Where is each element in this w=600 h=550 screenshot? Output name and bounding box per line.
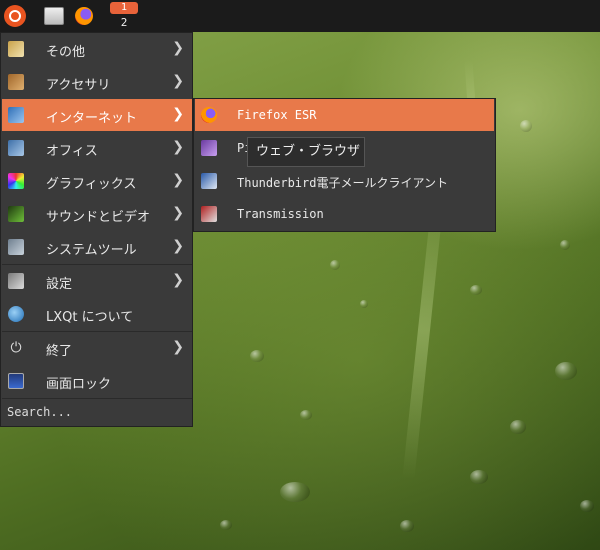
- tooltip: ウェブ・ブラウザ: [247, 137, 365, 167]
- chevron-right-icon: ❯: [172, 205, 184, 221]
- internet-icon: [8, 107, 24, 123]
- settings-icon: [8, 273, 24, 289]
- chevron-right-icon: ❯: [172, 106, 184, 122]
- firefox-launcher[interactable]: [72, 4, 96, 28]
- submenu-item-label: Thunderbird電子メールクライアント: [237, 176, 448, 190]
- menu-item-graphics[interactable]: グラフィックス ❯: [2, 165, 192, 197]
- menu-item-label: 終了: [46, 344, 73, 359]
- chevron-right-icon: ❯: [172, 238, 184, 254]
- chevron-right-icon: ❯: [172, 339, 184, 355]
- menu-search-field[interactable]: Search...: [7, 405, 72, 419]
- menu-item-sound-video[interactable]: サウンドとビデオ ❯: [2, 198, 192, 230]
- menu-item-internet[interactable]: インターネット ❯: [2, 99, 192, 131]
- menu-item-label: システムツール: [46, 243, 137, 258]
- graphics-icon: [8, 173, 24, 189]
- ubuntu-logo-icon: [4, 5, 26, 27]
- accessories-icon: [8, 74, 24, 90]
- thunderbird-icon: [201, 173, 217, 189]
- firefox-icon: [201, 107, 217, 123]
- menu-item-accessories[interactable]: アクセサリ ❯: [2, 66, 192, 98]
- menu-item-label: オフィス: [46, 144, 98, 159]
- submenu-item-firefox[interactable]: Firefox ESR: [195, 99, 494, 131]
- lxqt-icon: [8, 306, 24, 322]
- chevron-right-icon: ❯: [172, 272, 184, 288]
- menu-item-label: サウンドとビデオ: [46, 210, 151, 225]
- menu-item-other[interactable]: その他 ❯: [2, 33, 192, 65]
- submenu-item-thunderbird[interactable]: Thunderbird電子メールクライアント: [195, 165, 494, 197]
- sound-video-icon: [8, 206, 24, 222]
- workspace-pager: 1 2: [110, 2, 138, 30]
- workspace-1[interactable]: 1: [110, 2, 138, 14]
- submenu-item-label: Transmission: [237, 207, 324, 221]
- menu-item-lock-screen[interactable]: 画面ロック: [2, 365, 192, 397]
- pidgin-icon: [201, 140, 217, 156]
- office-icon: [8, 140, 24, 156]
- chevron-right-icon: ❯: [172, 73, 184, 89]
- menu-item-label: LXQt について: [46, 310, 134, 325]
- desktop-icon: [44, 7, 64, 25]
- chevron-right-icon: ❯: [172, 139, 184, 155]
- menu-separator: [2, 398, 192, 399]
- menu-item-system-tools[interactable]: システムツール ❯: [2, 231, 192, 263]
- submenu-item-label: Firefox ESR: [237, 108, 317, 122]
- menu-item-shutdown[interactable]: ⏻ 終了 ❯: [2, 332, 192, 364]
- transmission-icon: [201, 206, 217, 222]
- taskbar: 1 2: [0, 0, 600, 32]
- workspace-2[interactable]: 2: [110, 16, 138, 30]
- menu-item-label: グラフィックス: [46, 177, 137, 192]
- menu-item-label: インターネット: [46, 111, 138, 126]
- other-icon: [8, 41, 24, 57]
- submenu-item-transmission[interactable]: Transmission: [195, 198, 494, 230]
- menu-item-label: 画面ロック: [46, 377, 112, 392]
- menu-item-label: その他: [46, 45, 86, 60]
- lock-screen-icon: [8, 373, 24, 389]
- power-icon: ⏻: [10, 340, 22, 356]
- menu-item-label: アクセサリ: [46, 78, 111, 93]
- firefox-icon: [75, 7, 93, 25]
- show-desktop-button[interactable]: [42, 4, 66, 28]
- application-menu: その他 ❯ アクセサリ ❯ インターネット ❯ オフィス ❯ グラフィックス ❯…: [0, 32, 193, 427]
- chevron-right-icon: ❯: [172, 172, 184, 188]
- menu-item-office[interactable]: オフィス ❯: [2, 132, 192, 164]
- menu-item-settings[interactable]: 設定 ❯: [2, 265, 192, 297]
- menu-item-about-lxqt[interactable]: LXQt について: [2, 298, 192, 330]
- main-menu-button[interactable]: [3, 4, 27, 28]
- chevron-right-icon: ❯: [172, 40, 184, 56]
- menu-item-label: 設定: [46, 277, 73, 292]
- system-tools-icon: [8, 239, 24, 255]
